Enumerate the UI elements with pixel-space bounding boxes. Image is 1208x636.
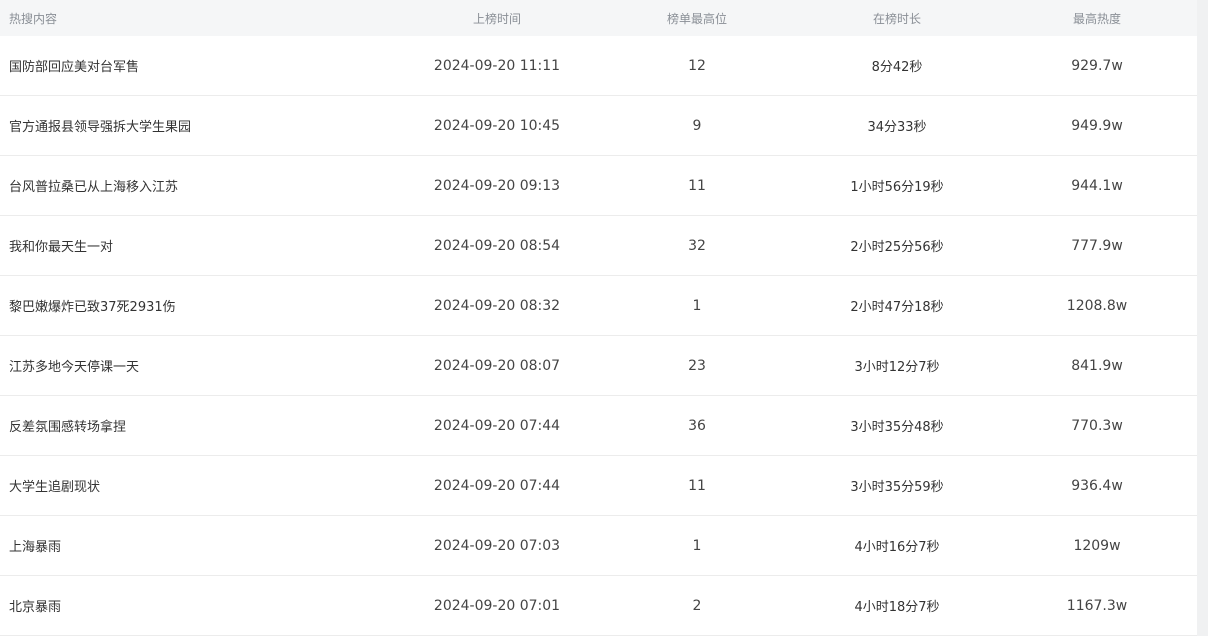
cell-time: 2024-09-20 09:13 — [433, 177, 561, 194]
table-row[interactable]: 上海暴雨 2024-09-20 07:03 1 4小时16分7秒 1209w — [0, 516, 1197, 576]
cell-heat: 949.9w — [1071, 117, 1123, 134]
cell-heat: 1208.8w — [1066, 297, 1128, 314]
cell-time: 2024-09-20 07:44 — [433, 477, 561, 494]
cell-topic[interactable]: 国防部回应美对台军售 — [0, 56, 397, 75]
cell-time: 2024-09-20 08:07 — [433, 357, 561, 374]
cell-heat: 770.3w — [1071, 417, 1123, 434]
cell-heat: 929.7w — [1071, 57, 1123, 74]
cell-rank: 32 — [688, 237, 706, 254]
scrollbar-track[interactable] — [1197, 0, 1208, 636]
cell-duration: 4小时16分7秒 — [854, 540, 940, 555]
table-row[interactable]: 国防部回应美对台军售 2024-09-20 11:11 12 8分42秒 929… — [0, 36, 1197, 96]
cell-duration: 8分42秒 — [871, 60, 923, 75]
table-row[interactable]: 我和你最天生一对 2024-09-20 08:54 32 2小时25分56秒 7… — [0, 216, 1197, 276]
cell-time: 2024-09-20 08:54 — [433, 237, 561, 254]
cell-duration: 3小时12分7秒 — [854, 360, 940, 375]
table-row[interactable]: 官方通报县领导强拆大学生果园 2024-09-20 10:45 9 34分33秒… — [0, 96, 1197, 156]
cell-time: 2024-09-20 07:03 — [433, 537, 561, 554]
cell-rank: 1 — [692, 537, 702, 554]
cell-duration: 1小时56分19秒 — [850, 180, 944, 195]
cell-duration: 2小时25分56秒 — [850, 240, 944, 255]
table-row[interactable]: 黎巴嫩爆炸已致37死2931伤 2024-09-20 08:32 1 2小时47… — [0, 276, 1197, 336]
cell-topic[interactable]: 江苏多地今天停课一天 — [0, 356, 397, 375]
cell-time: 2024-09-20 10:45 — [433, 117, 561, 134]
cell-time: 2024-09-20 11:11 — [433, 57, 561, 74]
table-row[interactable]: 台风普拉桑已从上海移入江苏 2024-09-20 09:13 11 1小时56分… — [0, 156, 1197, 216]
table-header: 热搜内容 上榜时间 榜单最高位 在榜时长 最高热度 — [0, 0, 1197, 36]
cell-rank: 1 — [692, 297, 702, 314]
cell-duration: 3小时35分48秒 — [850, 420, 944, 435]
cell-heat: 944.1w — [1071, 177, 1123, 194]
cell-topic[interactable]: 官方通报县领导强拆大学生果园 — [0, 116, 397, 135]
table-row[interactable]: 反差氛围感转场拿捏 2024-09-20 07:44 36 3小时35分48秒 … — [0, 396, 1197, 456]
header-heat[interactable]: 最高热度 — [997, 10, 1197, 27]
cell-rank: 9 — [692, 117, 702, 134]
header-topic[interactable]: 热搜内容 — [0, 10, 397, 27]
cell-heat: 1167.3w — [1066, 597, 1128, 614]
cell-heat: 1209w — [1073, 537, 1121, 554]
cell-rank: 12 — [688, 57, 706, 74]
table-row[interactable]: 江苏多地今天停课一天 2024-09-20 08:07 23 3小时12分7秒 … — [0, 336, 1197, 396]
cell-topic[interactable]: 北京暴雨 — [0, 596, 397, 615]
cell-heat: 777.9w — [1071, 237, 1123, 254]
table-row[interactable]: 北京暴雨 2024-09-20 07:01 2 4小时18分7秒 1167.3w — [0, 576, 1197, 636]
cell-rank: 2 — [692, 597, 702, 614]
hot-search-table: 热搜内容 上榜时间 榜单最高位 在榜时长 最高热度 国防部回应美对台军售 202… — [0, 0, 1197, 636]
cell-rank: 23 — [688, 357, 706, 374]
cell-time: 2024-09-20 07:44 — [433, 417, 561, 434]
cell-topic[interactable]: 大学生追剧现状 — [0, 476, 397, 495]
cell-topic[interactable]: 台风普拉桑已从上海移入江苏 — [0, 176, 397, 195]
cell-time: 2024-09-20 07:01 — [433, 597, 561, 614]
cell-topic[interactable]: 黎巴嫩爆炸已致37死2931伤 — [0, 296, 397, 315]
cell-duration: 34分33秒 — [867, 120, 927, 135]
cell-duration: 3小时35分59秒 — [850, 480, 944, 495]
cell-heat: 841.9w — [1071, 357, 1123, 374]
header-rank[interactable]: 榜单最高位 — [597, 10, 797, 27]
header-duration[interactable]: 在榜时长 — [797, 10, 997, 27]
cell-rank: 36 — [688, 417, 706, 434]
table-row[interactable]: 大学生追剧现状 2024-09-20 07:44 11 3小时35分59秒 93… — [0, 456, 1197, 516]
header-time[interactable]: 上榜时间 — [397, 10, 597, 27]
cell-duration: 4小时18分7秒 — [854, 600, 940, 615]
cell-heat: 936.4w — [1071, 477, 1123, 494]
cell-rank: 11 — [688, 177, 706, 194]
cell-topic[interactable]: 我和你最天生一对 — [0, 236, 397, 255]
cell-time: 2024-09-20 08:32 — [433, 297, 561, 314]
cell-rank: 11 — [688, 477, 706, 494]
cell-topic[interactable]: 反差氛围感转场拿捏 — [0, 416, 397, 435]
cell-duration: 2小时47分18秒 — [850, 300, 944, 315]
cell-topic[interactable]: 上海暴雨 — [0, 536, 397, 555]
